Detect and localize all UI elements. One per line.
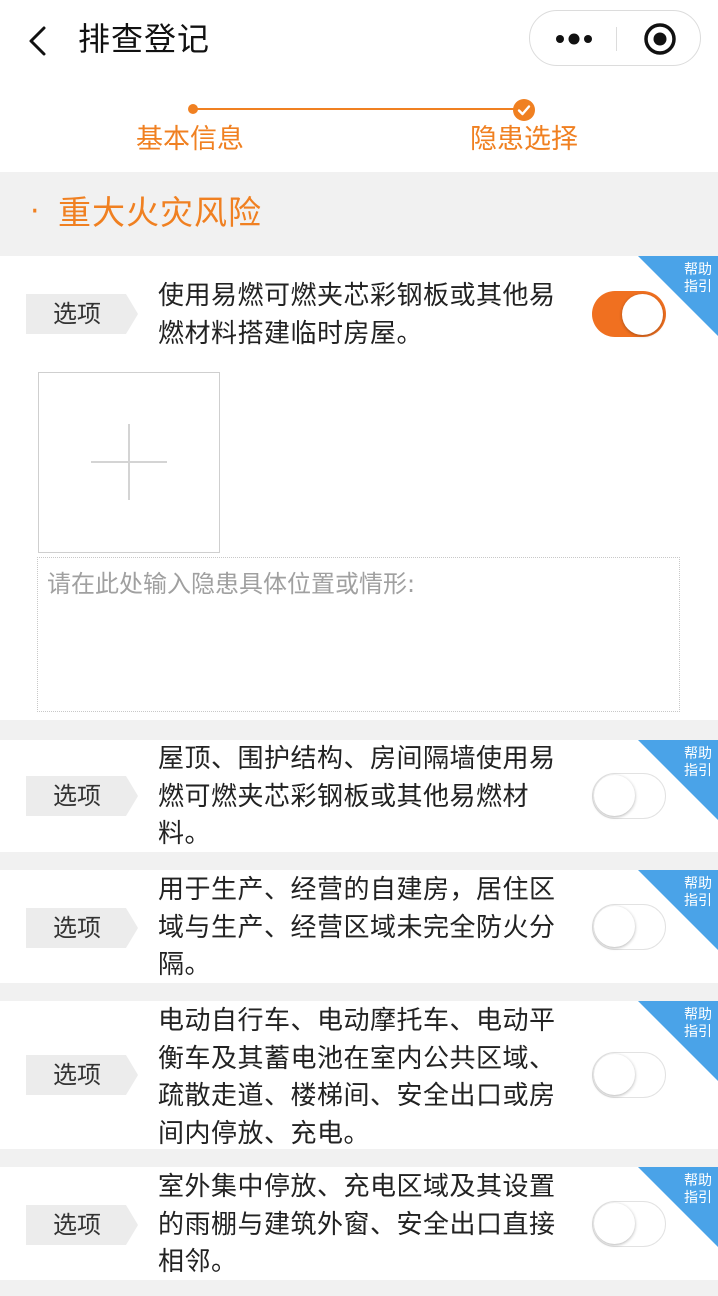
option-tag-label: 选项 (53, 914, 101, 942)
section-header: · 重大火灾风险 (0, 172, 718, 256)
help-guide-label: 帮助指引 (684, 1173, 712, 1206)
help-guide-label: 帮助指引 (684, 876, 712, 909)
step-basic-info[interactable]: 基本信息 (136, 122, 244, 158)
option-tag-label: 选项 (53, 1211, 101, 1239)
hazard-item-text: 使用易燃可燃夹芯彩钢板或其他易燃材料搭建临时房屋。 (158, 281, 556, 349)
hazard-item-4: 选项 电动自行车、电动摩托车、电动平衡车及其蓄电池在室内公共区域、疏散走道、楼梯… (0, 1001, 718, 1149)
hazard-description-input[interactable] (37, 557, 680, 712)
option-tag-label: 选项 (53, 1061, 101, 1089)
step-connector (196, 108, 524, 110)
option-tag: 选项 (26, 1055, 138, 1095)
step-hazard-select[interactable]: 隐患选择 (470, 122, 578, 158)
toggle-knob (594, 906, 635, 947)
section-bullet-icon: · (30, 194, 40, 229)
option-tag-label: 选项 (53, 300, 101, 328)
divider (0, 852, 718, 870)
hazard-item-text: 室外集中停放、充电区域及其设置的雨棚与建筑外窗、安全出口直接相邻。 (158, 1172, 556, 1277)
more-dots-icon[interactable] (530, 11, 616, 67)
help-guide-badge[interactable]: 帮助指引 (638, 256, 718, 336)
step-check-icon (513, 99, 535, 121)
help-guide-badge[interactable]: 帮助指引 (638, 1167, 718, 1247)
divider (0, 1149, 718, 1167)
help-guide-label: 帮助指引 (684, 746, 712, 779)
nav-bar: 排查登记 (0, 0, 718, 80)
divider (0, 1280, 718, 1296)
toggle-knob (594, 775, 635, 816)
hazard-item-text: 用于生产、经营的自建房，居住区域与生产、经营区域未完全防火分隔。 (158, 875, 556, 980)
toggle-knob (594, 1054, 635, 1095)
hazard-item-5: 选项 室外集中停放、充电区域及其设置的雨棚与建筑外窗、安全出口直接相邻。 帮助指… (0, 1167, 718, 1280)
help-guide-badge[interactable]: 帮助指引 (638, 870, 718, 950)
hazard-item-3: 选项 用于生产、经营的自建房，居住区域与生产、经营区域未完全防火分隔。 帮助指引 (0, 870, 718, 983)
step-dot-icon (188, 104, 198, 114)
option-tag: 选项 (26, 294, 138, 334)
help-guide-label: 帮助指引 (684, 1007, 712, 1040)
help-guide-badge[interactable]: 帮助指引 (638, 740, 718, 820)
help-guide-label: 帮助指引 (684, 262, 712, 295)
toggle-knob (594, 1203, 635, 1244)
help-guide-badge[interactable]: 帮助指引 (638, 1001, 718, 1081)
plus-icon (91, 424, 167, 500)
page-title: 排查登记 (78, 20, 211, 58)
mini-program-capsule (529, 10, 701, 66)
photo-upload-button[interactable] (38, 372, 220, 553)
divider (0, 983, 718, 1001)
chevron-left-icon[interactable] (22, 24, 56, 58)
progress-stepper: 基本信息 隐患选择 (0, 80, 718, 172)
target-circle-icon[interactable] (617, 11, 702, 67)
option-tag-label: 选项 (53, 782, 101, 810)
hazard-item-2: 选项 屋顶、围护结构、房间隔墙使用易燃可燃夹芯彩钢板或其他易燃材料。 帮助指引 (0, 740, 718, 852)
option-tag: 选项 (26, 776, 138, 816)
divider (0, 720, 718, 740)
section-title: 重大火灾风险 (58, 193, 262, 232)
option-tag: 选项 (26, 1205, 138, 1245)
hazard-item-text: 屋顶、围护结构、房间隔墙使用易燃可燃夹芯彩钢板或其他易燃材料。 (158, 744, 556, 849)
hazard-item-text: 电动自行车、电动摩托车、电动平衡车及其蓄电池在室内公共区域、疏散走道、楼梯间、安… (158, 1006, 556, 1149)
option-tag: 选项 (26, 908, 138, 948)
